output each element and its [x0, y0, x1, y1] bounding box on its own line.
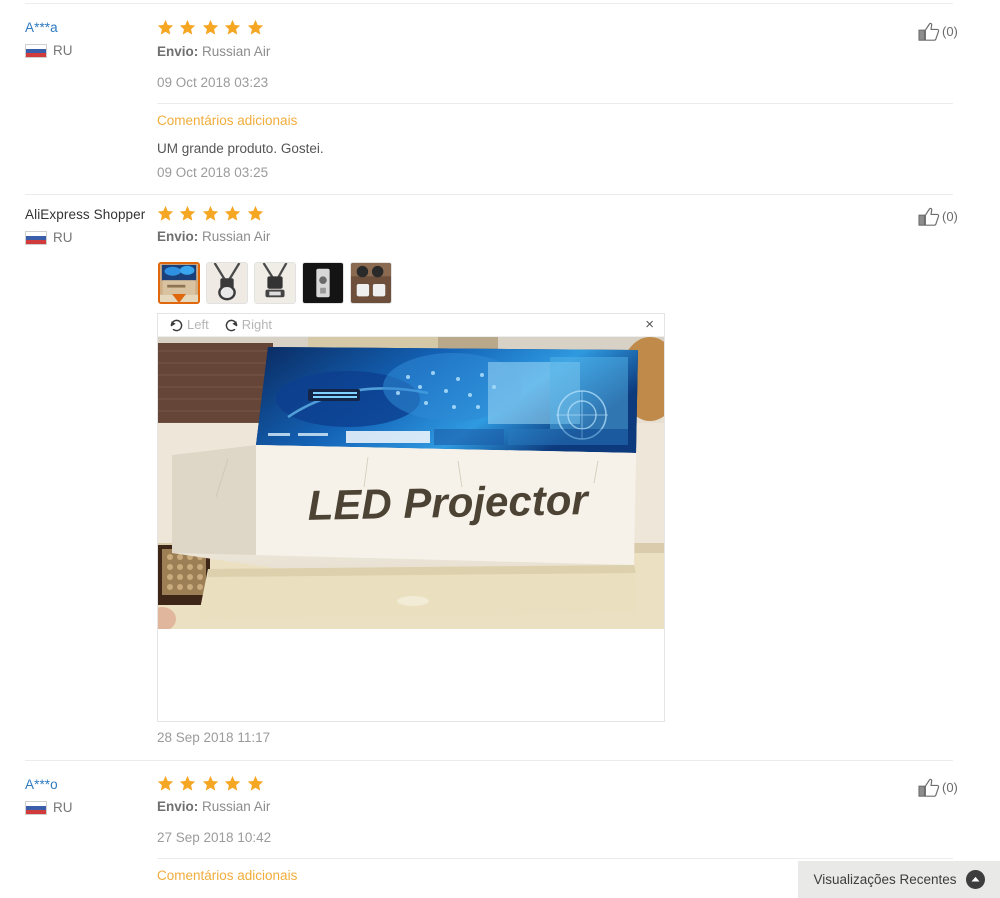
thumbs-up-icon	[918, 778, 940, 797]
star-rating	[157, 775, 953, 792]
rotate-right-label: Right	[241, 317, 273, 332]
reviewer-country: RU	[25, 801, 153, 815]
helpful-button[interactable]: (0)	[918, 207, 958, 227]
additional-comments-text: UM grande produto. Gostei.	[157, 141, 324, 156]
chevron-up-circle-icon	[965, 870, 985, 889]
reviewer-name-link[interactable]: A***o	[25, 777, 153, 793]
rotate-left-icon	[170, 319, 183, 331]
reviewer-block: A***a RU	[25, 20, 153, 58]
thumbs-up-icon	[918, 207, 940, 226]
shipping-line: Envio: Russian Air	[157, 229, 270, 245]
divider-top	[25, 3, 953, 4]
star-icon	[202, 775, 219, 791]
divider-review-comment	[157, 103, 953, 104]
thumbnail-image	[303, 263, 343, 303]
review-date: 09 Oct 2018 03:23	[157, 75, 269, 90]
close-icon[interactable]: ×	[645, 317, 654, 332]
rotate-right-button[interactable]: Right	[223, 317, 272, 334]
image-viewer-photo[interactable]: LED Projector	[158, 337, 664, 629]
star-icon	[180, 775, 196, 791]
star-icon	[202, 19, 219, 35]
star-rating	[157, 19, 953, 36]
divider-between-reviews	[25, 194, 953, 195]
review-body	[157, 19, 953, 36]
review-date: 28 Sep 2018 11:17	[157, 730, 271, 745]
ru-flag-icon	[25, 801, 47, 815]
helpful-count: (0)	[942, 24, 958, 39]
star-icon	[180, 19, 196, 35]
star-icon	[225, 205, 241, 221]
thumbnail-image	[351, 263, 391, 303]
ru-flag-icon	[25, 44, 47, 58]
shipping-label: Envio:	[157, 229, 199, 244]
shipping-label: Envio:	[157, 799, 199, 814]
rotate-right-icon	[225, 319, 238, 331]
shipping-method: Russian Air	[202, 44, 271, 59]
rotate-left-label: Left	[187, 317, 209, 332]
thumbnail-selected-caret	[172, 294, 186, 302]
helpful-button[interactable]: (0)	[918, 22, 958, 42]
shipping-label: Envio:	[157, 44, 199, 59]
thumbnail-4[interactable]	[350, 262, 392, 304]
led-projector-box-photo: LED Projector	[158, 337, 664, 629]
country-code: RU	[53, 230, 73, 245]
reviewer-country: RU	[25, 44, 153, 58]
helpful-count: (0)	[942, 780, 958, 795]
thumbnail-1[interactable]	[206, 262, 248, 304]
reviewer-name-link[interactable]: A***a	[25, 20, 153, 36]
reviewer-country: RU	[25, 231, 153, 245]
shipping-line: Envio: Russian Air	[157, 44, 270, 60]
thumbnail-image	[207, 263, 247, 303]
additional-comments-date: 09 Oct 2018 03:25	[157, 165, 269, 180]
star-icon	[247, 205, 263, 221]
country-code: RU	[53, 43, 73, 58]
review-body	[157, 775, 953, 792]
thumbs-up-icon	[918, 22, 940, 41]
star-icon	[225, 19, 241, 35]
star-icon	[157, 775, 174, 791]
star-icon	[202, 205, 219, 221]
recent-views-label: Visualizações Recentes	[813, 871, 957, 887]
star-icon	[157, 205, 174, 221]
shipping-method: Russian Air	[202, 799, 271, 814]
country-code: RU	[53, 800, 73, 815]
star-icon	[247, 775, 263, 791]
shipping-method: Russian Air	[202, 229, 271, 244]
svg-text:LED Projector: LED Projector	[307, 476, 591, 529]
helpful-button[interactable]: (0)	[918, 778, 958, 798]
image-viewer-blank-area	[158, 629, 664, 721]
thumbnail-image	[255, 263, 295, 303]
divider-between-reviews	[25, 760, 953, 761]
divider-review-comment	[157, 858, 953, 859]
review-body	[157, 205, 953, 222]
recent-views-bar[interactable]: Visualizações Recentes	[798, 861, 1000, 898]
product-reviews-page: A***a RU Envio: Russian Air 09 Oct 2018 …	[0, 0, 1000, 898]
star-icon	[225, 775, 241, 791]
star-rating	[157, 205, 953, 222]
ru-flag-icon	[25, 231, 47, 245]
additional-comments-title: Comentários adicionais	[157, 113, 298, 128]
helpful-count: (0)	[942, 209, 958, 224]
reviewer-block: AliExpress Shopper RU	[25, 207, 153, 245]
reviewer-name-label: AliExpress Shopper	[25, 207, 146, 222]
thumbnail-0[interactable]	[158, 262, 200, 304]
star-icon	[157, 19, 174, 35]
thumbnail-2[interactable]	[254, 262, 296, 304]
image-viewer: Left Right × LED Projector	[157, 313, 665, 722]
image-viewer-toolbar: Left Right ×	[158, 314, 664, 337]
thumbnail-3[interactable]	[302, 262, 344, 304]
rotate-left-button[interactable]: Left	[168, 317, 209, 334]
star-icon	[247, 19, 263, 35]
review-thumbnail-strip	[158, 262, 392, 304]
review-date: 27 Sep 2018 10:42	[157, 830, 272, 845]
additional-comments-title: Comentários adicionais	[157, 868, 298, 883]
reviewer-block: A***o RU	[25, 777, 153, 815]
shipping-line: Envio: Russian Air	[157, 799, 270, 815]
star-icon	[180, 205, 196, 221]
